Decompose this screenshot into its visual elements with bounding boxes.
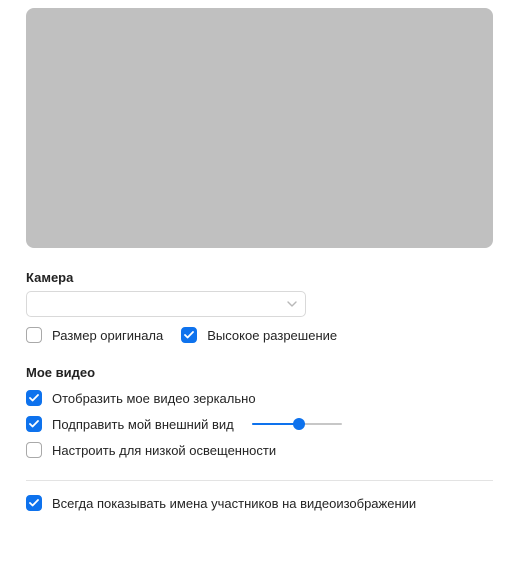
- always-show-names-label: Всегда показывать имена участников на ви…: [52, 496, 416, 511]
- mirror-video-label: Отобразить мое видео зеркально: [52, 391, 256, 406]
- hd-label: Высокое разрешение: [207, 328, 337, 343]
- always-show-names-checkbox[interactable]: Всегда показывать имена участников на ви…: [26, 495, 416, 511]
- section-divider: [26, 480, 493, 481]
- low-light-checkbox[interactable]: Настроить для низкой освещенности: [26, 442, 276, 458]
- checkbox-icon: [26, 442, 42, 458]
- original-size-label: Размер оригинала: [52, 328, 163, 343]
- camera-select[interactable]: [26, 291, 306, 317]
- mirror-video-checkbox[interactable]: Отобразить мое видео зеркально: [26, 390, 256, 406]
- checkbox-icon: [26, 495, 42, 511]
- camera-section-label: Камера: [26, 270, 493, 285]
- slider-thumb: [293, 418, 305, 430]
- touch-up-checkbox[interactable]: Подправить мой внешний вид: [26, 416, 234, 432]
- chevron-down-icon: [287, 301, 297, 307]
- touch-up-label: Подправить мой внешний вид: [52, 417, 234, 432]
- checkbox-icon: [26, 390, 42, 406]
- video-preview: [26, 8, 493, 248]
- low-light-label: Настроить для низкой освещенности: [52, 443, 276, 458]
- original-size-checkbox[interactable]: Размер оригинала: [26, 327, 163, 343]
- checkbox-icon: [26, 327, 42, 343]
- checkbox-icon: [26, 416, 42, 432]
- slider-fill: [252, 423, 299, 425]
- touch-up-slider[interactable]: [252, 417, 342, 431]
- hd-checkbox[interactable]: Высокое разрешение: [181, 327, 337, 343]
- my-video-section-label: Мое видео: [26, 365, 493, 380]
- checkbox-icon: [181, 327, 197, 343]
